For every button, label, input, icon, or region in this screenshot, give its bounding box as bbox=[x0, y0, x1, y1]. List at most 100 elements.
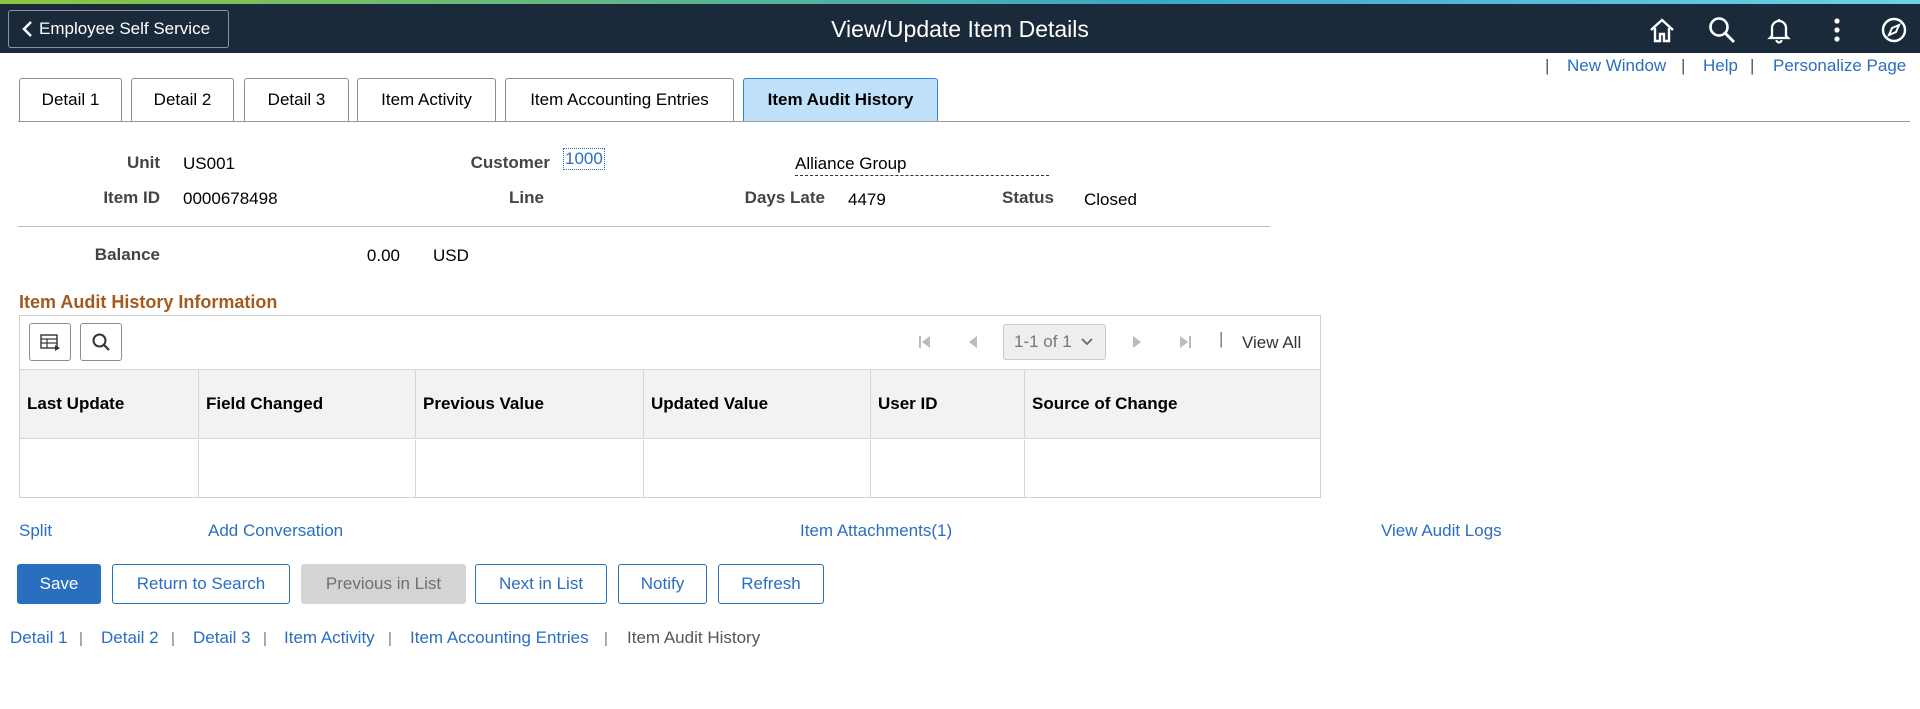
button-label: Next in List bbox=[498, 574, 584, 593]
tab-label: Detail 2 bbox=[153, 90, 212, 109]
tab-item-activity[interactable]: Item Activity bbox=[357, 78, 496, 121]
view-audit-logs-link[interactable]: View Audit Logs bbox=[1381, 521, 1502, 541]
tab-label: Item Activity bbox=[381, 90, 472, 109]
audit-history-grid: 1-1 of 1 | View All Last Update Field Ch… bbox=[19, 315, 1321, 498]
bottom-tab-item-accounting-entries[interactable]: Item Accounting Entries bbox=[410, 628, 589, 648]
util-separator: | bbox=[1750, 56, 1755, 75]
status-value: Closed bbox=[1084, 190, 1137, 209]
item-id-value: 0000678498 bbox=[183, 189, 278, 208]
save-button[interactable]: Save bbox=[17, 564, 101, 604]
bottom-tab-separator: | bbox=[263, 630, 267, 647]
first-page-button[interactable] bbox=[913, 330, 937, 354]
bottom-tab-detail-1[interactable]: Detail 1 bbox=[10, 628, 68, 648]
button-label: Return to Search bbox=[136, 574, 266, 593]
button-label: Previous in List bbox=[325, 574, 442, 593]
table-cell bbox=[416, 440, 644, 498]
info-divider bbox=[18, 226, 1270, 227]
days-late-value: 4479 bbox=[848, 190, 886, 209]
notify-button[interactable]: Notify bbox=[618, 564, 707, 604]
column-header-previous-value[interactable]: Previous Value bbox=[416, 370, 644, 438]
grid-toolbar: 1-1 of 1 | View All bbox=[20, 316, 1320, 369]
customer-id-link[interactable]: 1000 bbox=[563, 148, 605, 170]
column-header-last-update[interactable]: Last Update bbox=[20, 370, 199, 438]
new-window-link[interactable]: New Window bbox=[1567, 56, 1666, 76]
bell-icon[interactable] bbox=[1764, 15, 1794, 45]
column-header-updated-value[interactable]: Updated Value bbox=[644, 370, 871, 438]
util-separator: | bbox=[1681, 56, 1686, 75]
bottom-tab-detail-2[interactable]: Detail 2 bbox=[101, 628, 159, 648]
bottom-tab-separator: | bbox=[171, 630, 175, 647]
column-header-field-changed[interactable]: Field Changed bbox=[199, 370, 416, 438]
column-header-text: Updated Value bbox=[651, 394, 769, 413]
grid-find-button[interactable] bbox=[80, 323, 122, 361]
column-header-source-of-change[interactable]: Source of Change bbox=[1025, 370, 1320, 438]
balance-value: 0.00 bbox=[366, 246, 400, 265]
triangle-left-icon bbox=[969, 336, 977, 348]
bottom-tab-separator: | bbox=[388, 630, 392, 647]
balance-label: Balance bbox=[94, 245, 160, 264]
page-range-select[interactable]: 1-1 of 1 bbox=[1003, 324, 1106, 360]
bottom-tab-detail-3[interactable]: Detail 3 bbox=[193, 628, 251, 648]
bottom-tab-item-activity[interactable]: Item Activity bbox=[284, 628, 375, 648]
triangle-right-icon bbox=[1133, 336, 1141, 348]
column-header-text: Previous Value bbox=[423, 394, 544, 413]
tab-label: Detail 1 bbox=[41, 90, 100, 109]
refresh-button[interactable]: Refresh bbox=[718, 564, 824, 604]
tab-detail-1[interactable]: Detail 1 bbox=[19, 78, 122, 121]
line-label: Line bbox=[509, 188, 544, 207]
compass-icon[interactable] bbox=[1879, 15, 1909, 45]
status-label: Status bbox=[1002, 188, 1054, 207]
table-settings-icon bbox=[40, 334, 60, 351]
table-cell bbox=[644, 440, 871, 498]
customer-label: Customer bbox=[470, 153, 550, 172]
last-page-button[interactable] bbox=[1173, 330, 1197, 354]
next-in-list-button[interactable]: Next in List bbox=[475, 564, 607, 604]
tab-divider bbox=[18, 121, 1910, 122]
table-cell bbox=[1025, 440, 1320, 498]
bottom-tab-item-audit-history: Item Audit History bbox=[627, 628, 761, 647]
tab-detail-3[interactable]: Detail 3 bbox=[244, 78, 349, 121]
bottom-tab-separator: | bbox=[604, 630, 608, 647]
view-all-link[interactable]: View All bbox=[1242, 333, 1301, 353]
return-to-search-button[interactable]: Return to Search bbox=[112, 564, 290, 604]
personalize-page-link[interactable]: Personalize Page bbox=[1773, 56, 1906, 76]
grid-header-row: Last Update Field Changed Previous Value… bbox=[20, 369, 1320, 439]
grid-personalize-button[interactable] bbox=[29, 323, 71, 361]
tab-detail-2[interactable]: Detail 2 bbox=[131, 78, 234, 121]
unit-value: US001 bbox=[183, 154, 235, 173]
days-late-label: Days Late bbox=[744, 188, 825, 207]
search-icon[interactable] bbox=[1707, 15, 1737, 45]
first-page-icon bbox=[919, 336, 930, 348]
app-header: Employee Self Service View/Update Item D… bbox=[0, 4, 1920, 53]
previous-page-button[interactable] bbox=[961, 330, 985, 354]
split-link[interactable]: Split bbox=[19, 521, 52, 541]
tab-label: Item Accounting Entries bbox=[530, 90, 709, 109]
button-label: Refresh bbox=[741, 574, 801, 593]
tab-item-accounting-entries[interactable]: Item Accounting Entries bbox=[505, 78, 734, 121]
util-separator: | bbox=[1545, 56, 1550, 75]
chevron-down-icon bbox=[1081, 338, 1093, 346]
page-title: View/Update Item Details bbox=[831, 16, 1089, 42]
item-id-label: Item ID bbox=[103, 188, 160, 207]
more-vertical-icon[interactable] bbox=[1822, 15, 1852, 45]
column-header-text: Last Update bbox=[27, 394, 125, 413]
column-header-text: Source of Change bbox=[1032, 394, 1178, 413]
customer-name: Alliance Group bbox=[795, 154, 1049, 176]
tab-label: Item Audit History bbox=[767, 90, 914, 109]
column-header-user-id[interactable]: User ID bbox=[871, 370, 1025, 438]
add-conversation-link[interactable]: Add Conversation bbox=[208, 521, 343, 541]
item-attachments-link[interactable]: Item Attachments(1) bbox=[800, 521, 952, 541]
balance-currency: USD bbox=[433, 246, 469, 265]
help-link[interactable]: Help bbox=[1703, 56, 1738, 76]
table-cell bbox=[199, 440, 416, 498]
table-cell bbox=[20, 440, 199, 498]
table-cell bbox=[871, 440, 1025, 498]
last-page-icon bbox=[1180, 336, 1191, 348]
home-icon[interactable] bbox=[1647, 15, 1677, 45]
tab-item-audit-history[interactable]: Item Audit History bbox=[743, 78, 938, 121]
previous-in-list-button: Previous in List bbox=[301, 564, 466, 604]
column-header-text: User ID bbox=[878, 394, 938, 413]
next-page-button[interactable] bbox=[1125, 330, 1149, 354]
column-header-text: Field Changed bbox=[206, 394, 324, 413]
bottom-tab-separator: | bbox=[79, 630, 83, 647]
